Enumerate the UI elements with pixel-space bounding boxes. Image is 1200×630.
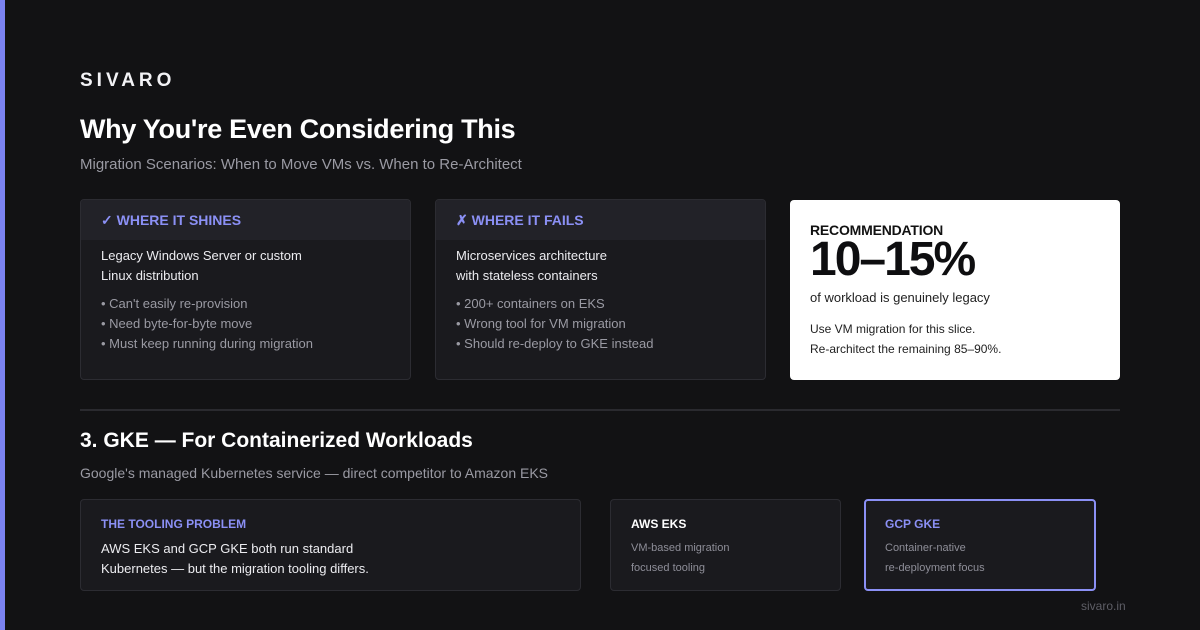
where-it-fails-card: ✗ WHERE IT FAILS Microservices architect… bbox=[435, 199, 766, 380]
tooling-problem-card: THE TOOLING PROBLEM AWS EKS and GCP GKE … bbox=[80, 499, 581, 591]
recommendation-description: of workload is genuinely legacy bbox=[810, 290, 990, 305]
list-item: • 200+ containers on EKS bbox=[456, 296, 605, 311]
body-line: VM-based migration bbox=[631, 542, 730, 554]
body-line: AWS EKS and GCP GKE both run standard bbox=[101, 541, 354, 556]
body-line: re-deployment focus bbox=[885, 562, 985, 574]
gcp-gke-card: GCP GKE Container-native re-deployment f… bbox=[864, 499, 1096, 591]
where-it-fails-list: • 200+ containers on EKS • Wrong tool fo… bbox=[436, 286, 765, 354]
accent-bar bbox=[0, 0, 5, 630]
recommendation-percentage: 10–15% bbox=[810, 233, 976, 286]
page-subtitle: Migration Scenarios: When to Move VMs vs… bbox=[80, 156, 522, 173]
aws-eks-heading: AWS EKS bbox=[631, 517, 687, 531]
section-divider bbox=[80, 409, 1120, 411]
tooling-problem-heading: THE TOOLING PROBLEM bbox=[101, 517, 247, 531]
brand-logo: SIVARO bbox=[80, 70, 176, 91]
gcp-gke-heading: GCP GKE bbox=[885, 517, 941, 531]
lead-line: Legacy Windows Server or custom bbox=[101, 248, 302, 263]
body-line: Kubernetes — but the migration tooling d… bbox=[101, 561, 369, 576]
where-it-fails-lead: Microservices architecture with stateles… bbox=[436, 240, 765, 286]
list-item: • Must keep running during migration bbox=[101, 336, 313, 351]
list-item: • Can't easily re-provision bbox=[101, 296, 248, 311]
lead-line: Linux distribution bbox=[101, 268, 199, 283]
list-item: • Wrong tool for VM migration bbox=[456, 316, 626, 331]
gcp-gke-body: Container-native re-deployment focus bbox=[885, 538, 1075, 578]
lead-line: Microservices architecture bbox=[456, 248, 607, 263]
lead-line: with stateless containers bbox=[456, 268, 598, 283]
recommendation-card: RECOMMENDATION 10–15% of workload is gen… bbox=[790, 200, 1120, 380]
note-line: Use VM migration for this slice. bbox=[810, 322, 976, 336]
where-it-shines-heading: ✓ WHERE IT SHINES bbox=[81, 200, 410, 240]
recommendation-note: Use VM migration for this slice. Re-arch… bbox=[810, 319, 1100, 359]
where-it-shines-lead: Legacy Windows Server or custom Linux di… bbox=[81, 240, 410, 286]
body-line: Container-native bbox=[885, 542, 966, 554]
aws-eks-card: AWS EKS VM-based migration focused tooli… bbox=[610, 499, 841, 591]
tooling-problem-body: AWS EKS and GCP GKE both run standard Ku… bbox=[101, 539, 560, 579]
note-line: Re-architect the remaining 85–90%. bbox=[810, 342, 1002, 356]
list-item: • Should re-deploy to GKE instead bbox=[456, 336, 654, 351]
aws-eks-body: VM-based migration focused tooling bbox=[631, 538, 820, 578]
section-subtitle: Google's managed Kubernetes service — di… bbox=[80, 465, 549, 481]
footer-url: sivaro.in bbox=[1081, 599, 1126, 613]
where-it-fails-heading: ✗ WHERE IT FAILS bbox=[436, 200, 765, 240]
page-title: Why You're Even Considering This bbox=[80, 114, 516, 144]
section-title: 3. GKE — For Containerized Workloads bbox=[80, 429, 473, 452]
where-it-shines-list: • Can't easily re-provision • Need byte-… bbox=[81, 286, 410, 354]
list-item: • Need byte-for-byte move bbox=[101, 316, 253, 331]
where-it-shines-card: ✓ WHERE IT SHINES Legacy Windows Server … bbox=[80, 199, 411, 380]
body-line: focused tooling bbox=[631, 562, 705, 574]
